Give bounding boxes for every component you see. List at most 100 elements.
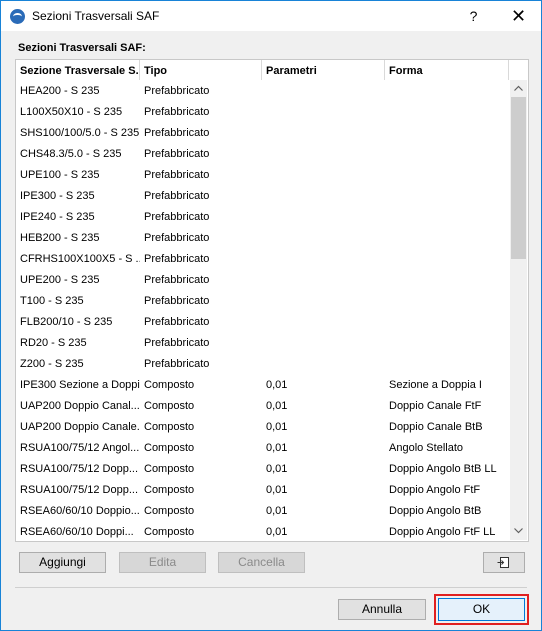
cell-parameters xyxy=(262,81,385,102)
cell-section: RSUA100/75/12 Dopp... xyxy=(20,463,139,475)
cell-type: Composto xyxy=(144,442,195,454)
table-row[interactable]: UPE200 - S 235 Prefabbricato xyxy=(16,270,509,291)
table-row[interactable]: UAP200 Doppio Canale... Composto 0,01 Doppi… xyxy=(16,417,509,438)
cell-type: Composto xyxy=(144,400,195,412)
cross-sections-list[interactable]: Sezione Trasversale S... Tipo Parametri … xyxy=(15,59,529,542)
cell-type: Prefabbricato xyxy=(144,190,210,202)
cell-shape xyxy=(385,228,509,249)
cell-parameters xyxy=(262,165,385,186)
vertical-scrollbar[interactable] xyxy=(510,80,527,540)
cell-shape: Sezione a Doppia I xyxy=(389,379,482,391)
cell-section: SHS100/100/5.0 - S 235 xyxy=(20,127,140,139)
list-header: Sezione Trasversale S... Tipo Parametri … xyxy=(16,60,509,80)
cell-shape: Doppio Canale FtF xyxy=(389,400,482,412)
column-header-type[interactable]: Tipo xyxy=(140,60,262,80)
list-rows: HEA200 - S 235 Prefabbricato L100X50X10 - … xyxy=(16,81,509,541)
export-icon xyxy=(497,557,509,568)
cell-parameters xyxy=(262,186,385,207)
cell-type: Prefabbricato xyxy=(144,211,210,223)
cell-shape: Doppio Angolo FtF LL xyxy=(389,526,496,538)
cell-section: IPE240 - S 235 xyxy=(20,211,95,223)
column-header-shape[interactable]: Forma xyxy=(385,60,509,80)
table-row[interactable]: RD20 - S 235 Prefabbricato xyxy=(16,333,509,354)
scrollbar-thumb[interactable] xyxy=(511,97,526,259)
cell-type: Composto xyxy=(144,526,195,538)
chevron-down-icon[interactable] xyxy=(510,523,527,540)
cell-shape xyxy=(385,144,509,165)
cell-shape xyxy=(385,249,509,270)
cell-shape: Angolo Stellato xyxy=(389,442,463,454)
cell-section: UPE100 - S 235 xyxy=(20,169,100,181)
cell-shape xyxy=(385,312,509,333)
cell-type: Prefabbricato xyxy=(144,274,210,286)
cell-section: CFRHS100X100X5 - S ... xyxy=(20,253,140,265)
table-row[interactable]: Z200 - S 235 Prefabbricato xyxy=(16,354,509,375)
cancel-button[interactable]: Annulla xyxy=(338,599,426,620)
cell-section: RSUA100/75/12 Dopp... xyxy=(20,484,139,496)
cell-parameters: 0,01 xyxy=(266,505,288,517)
table-row[interactable]: RSUA100/75/12 Dopp... Composto 0,01 Doppio … xyxy=(16,459,509,480)
cell-parameters xyxy=(262,354,385,375)
cell-section: HEA200 - S 235 xyxy=(20,85,100,97)
cell-type: Composto xyxy=(144,484,195,496)
cell-parameters: 0,01 xyxy=(266,379,288,391)
table-row[interactable]: CFRHS100X100X5 - S ... Prefabbricato xyxy=(16,249,509,270)
cell-parameters: 0,01 xyxy=(266,484,288,496)
table-row[interactable]: HEB200 - S 235 Prefabbricato xyxy=(16,228,509,249)
delete-button[interactable]: Cancella xyxy=(218,552,305,573)
table-row[interactable]: IPE300 Sezione a Doppi... Composto 0,01 Sez… xyxy=(16,375,509,396)
cell-section: RSUA100/75/12 Angol... xyxy=(20,442,140,454)
cell-type: Prefabbricato xyxy=(144,106,210,118)
column-header-parameters[interactable]: Parametri xyxy=(262,60,385,80)
column-header-section[interactable]: Sezione Trasversale S... xyxy=(16,60,140,80)
cell-section: T100 - S 235 xyxy=(20,295,84,307)
table-row[interactable]: UPE100 - S 235 Prefabbricato xyxy=(16,165,509,186)
table-row[interactable]: T100 - S 235 Prefabbricato xyxy=(16,291,509,312)
table-row[interactable]: RSEA60/60/10 Doppi... Composto 0,01 Doppio … xyxy=(16,522,509,541)
table-row[interactable]: CHS48.3/5.0 - S 235 Prefabbricato xyxy=(16,144,509,165)
table-row[interactable]: L100X50X10 - S 235 Prefabbricato xyxy=(16,102,509,123)
close-button[interactable]: ✕ xyxy=(496,1,541,31)
export-button[interactable] xyxy=(483,552,525,573)
cell-section: IPE300 Sezione a Doppi... xyxy=(20,379,140,391)
table-row[interactable]: UAP200 Doppio Canal... Composto 0,01 Doppio… xyxy=(16,396,509,417)
table-row[interactable]: HEA200 - S 235 Prefabbricato xyxy=(16,81,509,102)
cell-section: L100X50X10 - S 235 xyxy=(20,106,123,118)
edit-button[interactable]: Edita xyxy=(119,552,206,573)
cell-shape xyxy=(385,333,509,354)
cell-type: Composto xyxy=(144,379,195,391)
cell-shape xyxy=(385,354,509,375)
cell-parameters xyxy=(262,228,385,249)
table-row[interactable]: IPE240 - S 235 Prefabbricato xyxy=(16,207,509,228)
cell-shape: Doppio Canale BtB xyxy=(389,421,483,433)
table-row[interactable]: RSUA100/75/12 Dopp... Composto 0,01 Doppio … xyxy=(16,480,509,501)
cell-shape xyxy=(385,123,509,144)
table-row[interactable]: RSUA100/75/12 Angol... Composto 0,01 Angolo… xyxy=(16,438,509,459)
cell-parameters xyxy=(262,102,385,123)
table-row[interactable]: RSEA60/60/10 Doppio... Composto 0,01 Doppio… xyxy=(16,501,509,522)
cell-section: HEB200 - S 235 xyxy=(20,232,100,244)
cell-type: Composto xyxy=(144,505,195,517)
title-bar: Sezioni Trasversali SAF ? ✕ xyxy=(1,1,541,31)
cell-type: Composto xyxy=(144,463,195,475)
cell-section: UAP200 Doppio Canale... xyxy=(20,421,140,433)
cell-section: RSEA60/60/10 Doppio... xyxy=(20,505,140,517)
cell-shape xyxy=(385,270,509,291)
ok-button[interactable]: OK xyxy=(438,598,525,621)
table-row[interactable]: SHS100/100/5.0 - S 235 Prefabbricato xyxy=(16,123,509,144)
cell-section: UPE200 - S 235 xyxy=(20,274,100,286)
cell-parameters xyxy=(262,249,385,270)
help-button[interactable]: ? xyxy=(451,1,496,31)
cell-parameters: 0,01 xyxy=(266,400,288,412)
cell-section: FLB200/10 - S 235 xyxy=(20,316,113,328)
table-row[interactable]: IPE300 - S 235 Prefabbricato xyxy=(16,186,509,207)
cell-parameters xyxy=(262,291,385,312)
cell-parameters xyxy=(262,333,385,354)
table-row[interactable]: FLB200/10 - S 235 Prefabbricato xyxy=(16,312,509,333)
cell-type: Prefabbricato xyxy=(144,358,210,370)
cell-type: Prefabbricato xyxy=(144,253,210,265)
footer-separator xyxy=(15,587,527,588)
add-button[interactable]: Aggiungi xyxy=(19,552,106,573)
cell-shape xyxy=(385,165,509,186)
chevron-up-icon[interactable] xyxy=(510,80,527,97)
